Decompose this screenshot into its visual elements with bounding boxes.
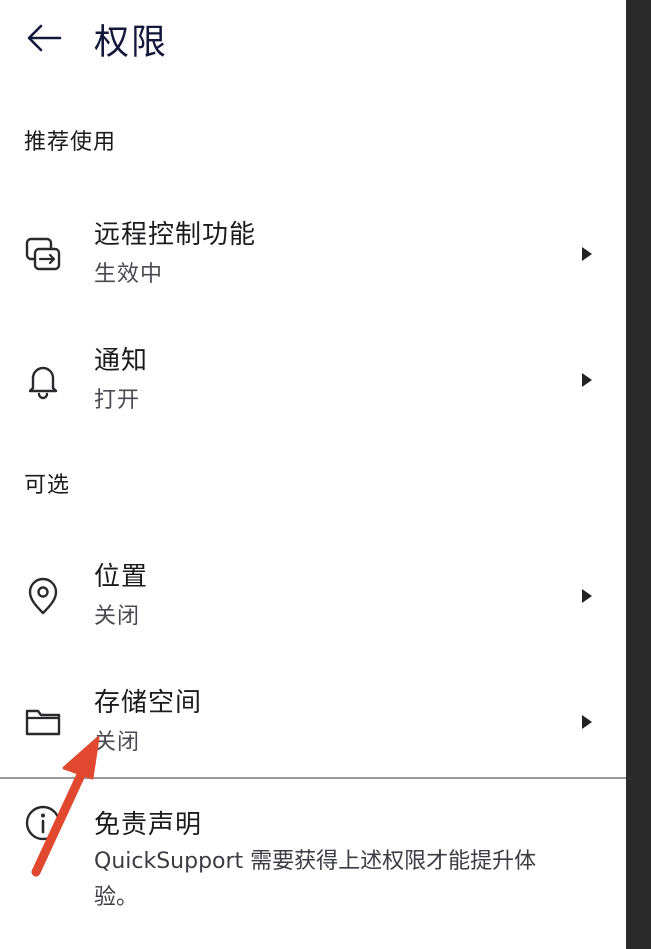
app-bar: 权限: [0, 0, 626, 78]
permission-title: 远程控制功能: [94, 220, 257, 250]
chevron-right-icon: [582, 589, 592, 603]
permission-row-remote-control[interactable]: 远程控制功能 生效中: [0, 200, 626, 310]
chevron-right-icon: [582, 247, 592, 261]
remote-control-icon: [22, 233, 64, 275]
info-icon: [22, 802, 64, 844]
disclaimer: 免责声明 QuickSupport 需要获得上述权限才能提升体验。: [0, 790, 626, 930]
permission-row-storage[interactable]: 存储空间 关闭: [0, 668, 626, 778]
section-optional-label: 可选: [24, 473, 71, 498]
chevron-right-icon: [582, 373, 592, 387]
window-scrollbar[interactable]: [626, 0, 651, 949]
permission-status: 关闭: [94, 604, 141, 629]
permission-title: 通知: [94, 346, 149, 376]
disclaimer-body: QuickSupport 需要获得上述权限才能提升体验。: [94, 849, 537, 910]
permissions-screen: 权限 推荐使用 远程控制功能 生效中 通知 打开 可选 位置 关闭 存储空间 关…: [0, 0, 626, 949]
permission-status: 关闭: [94, 730, 141, 755]
bell-icon: [22, 359, 64, 401]
divider: [0, 777, 626, 779]
page-title: 权限: [94, 23, 169, 63]
permission-status: 打开: [94, 388, 141, 413]
permission-title: 位置: [94, 562, 149, 592]
back-button[interactable]: [22, 18, 66, 58]
permission-row-location[interactable]: 位置 关闭: [0, 542, 626, 652]
section-recommended-label: 推荐使用: [24, 130, 117, 155]
chevron-right-icon: [582, 715, 592, 729]
permission-row-notifications[interactable]: 通知 打开: [0, 326, 626, 436]
disclaimer-title: 免责声明: [94, 810, 203, 840]
permission-title: 存储空间: [94, 688, 203, 718]
location-pin-icon: [22, 575, 64, 617]
folder-icon: [22, 701, 64, 743]
back-arrow-icon: [27, 24, 62, 52]
permission-status: 生效中: [94, 262, 164, 287]
